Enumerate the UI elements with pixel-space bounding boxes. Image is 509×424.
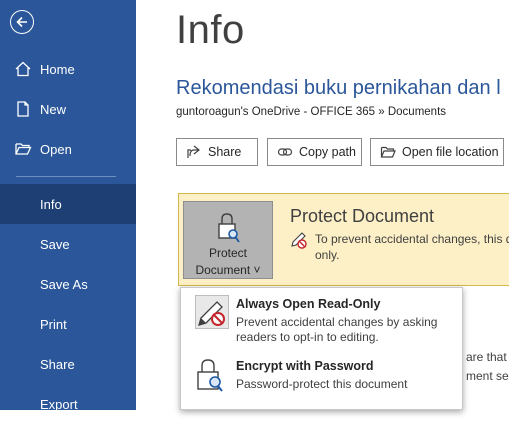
back-arrow-icon [16, 16, 27, 28]
nav-save-as[interactable]: Save As [0, 264, 136, 304]
protect-button-label-2: Document ˅ [195, 263, 261, 277]
open-file-location-button-label: Open file location [402, 145, 499, 159]
document-title: Rekomendasi buku pernikahan dan l [176, 77, 501, 99]
share-button[interactable]: Share [176, 138, 258, 166]
document-path: guntoroagun's OneDrive - OFFICE 365 » Do… [176, 106, 447, 118]
nav-new-label: New [40, 101, 67, 117]
nav-print-label: Print [40, 316, 67, 332]
menu-item-title: Encrypt with Password [236, 359, 374, 373]
lock-key-icon [197, 359, 223, 392]
nav-save-label: Save [40, 236, 70, 252]
nav-share-label: Share [40, 356, 75, 372]
protect-document-panel: Protect Document ˅ Protect Document To p… [178, 193, 509, 286]
folder-icon [380, 144, 396, 160]
open-folder-icon [15, 143, 32, 155]
page-title: Info [176, 8, 245, 52]
sidebar-divider [16, 176, 116, 177]
protect-button-label-1: Protect [208, 246, 247, 260]
back-button[interactable] [10, 10, 34, 34]
nav-info[interactable]: Info [0, 184, 136, 224]
nav-home[interactable]: Home [0, 49, 136, 89]
main-content: Info Rekomendasi buku pernikahan dan l g… [136, 0, 509, 410]
share-button-label: Share [208, 145, 242, 159]
link-icon [277, 144, 293, 160]
menu-item-description: Prevent accidental changes by asking rea… [236, 315, 438, 344]
nav-export-label: Export [40, 396, 78, 412]
nav-export[interactable]: Export [0, 384, 136, 424]
nav-open[interactable]: Open [0, 129, 136, 169]
read-only-pencil-icon [291, 232, 307, 249]
protect-document-title: Protect Document [290, 206, 435, 226]
new-document-icon [17, 101, 29, 117]
protect-document-button[interactable]: Protect Document ˅ [183, 201, 273, 279]
nav-share[interactable]: Share [0, 344, 136, 384]
nav-info-label: Info [40, 196, 62, 212]
copy-path-button[interactable]: Copy path [267, 138, 362, 166]
background-text-line-1: are that it [466, 350, 509, 364]
menu-item-title: Always Open Read-Only [236, 297, 381, 311]
read-only-pencil-icon [195, 295, 229, 329]
nav-print[interactable]: Print [0, 304, 136, 344]
nav-home-label: Home [40, 61, 75, 77]
menu-item-always-open-read-only[interactable]: Always Open Read-Only Prevent accidental… [181, 288, 462, 350]
sidebar: Home New Open Info Save Save As Print Sh… [0, 0, 136, 412]
open-file-location-button[interactable]: Open file location [370, 138, 504, 166]
nav-new[interactable]: New [0, 89, 136, 129]
menu-item-description: Password-protect this document [236, 377, 408, 391]
nav-open-label: Open [40, 141, 72, 157]
menu-item-encrypt-with-password[interactable]: Encrypt with Password Password-protect t… [181, 350, 462, 410]
copy-path-button-label: Copy path [299, 145, 356, 159]
protect-document-menu: Always Open Read-Only Prevent accidental… [180, 287, 463, 410]
home-icon [15, 61, 31, 77]
share-icon [186, 144, 202, 160]
nav-save-as-label: Save As [40, 276, 88, 292]
background-text-line-2: ment serv [466, 369, 509, 383]
protect-document-description: To prevent accidental changes, this d on… [315, 232, 509, 262]
lock-key-icon [218, 213, 240, 243]
nav-save[interactable]: Save [0, 224, 136, 264]
